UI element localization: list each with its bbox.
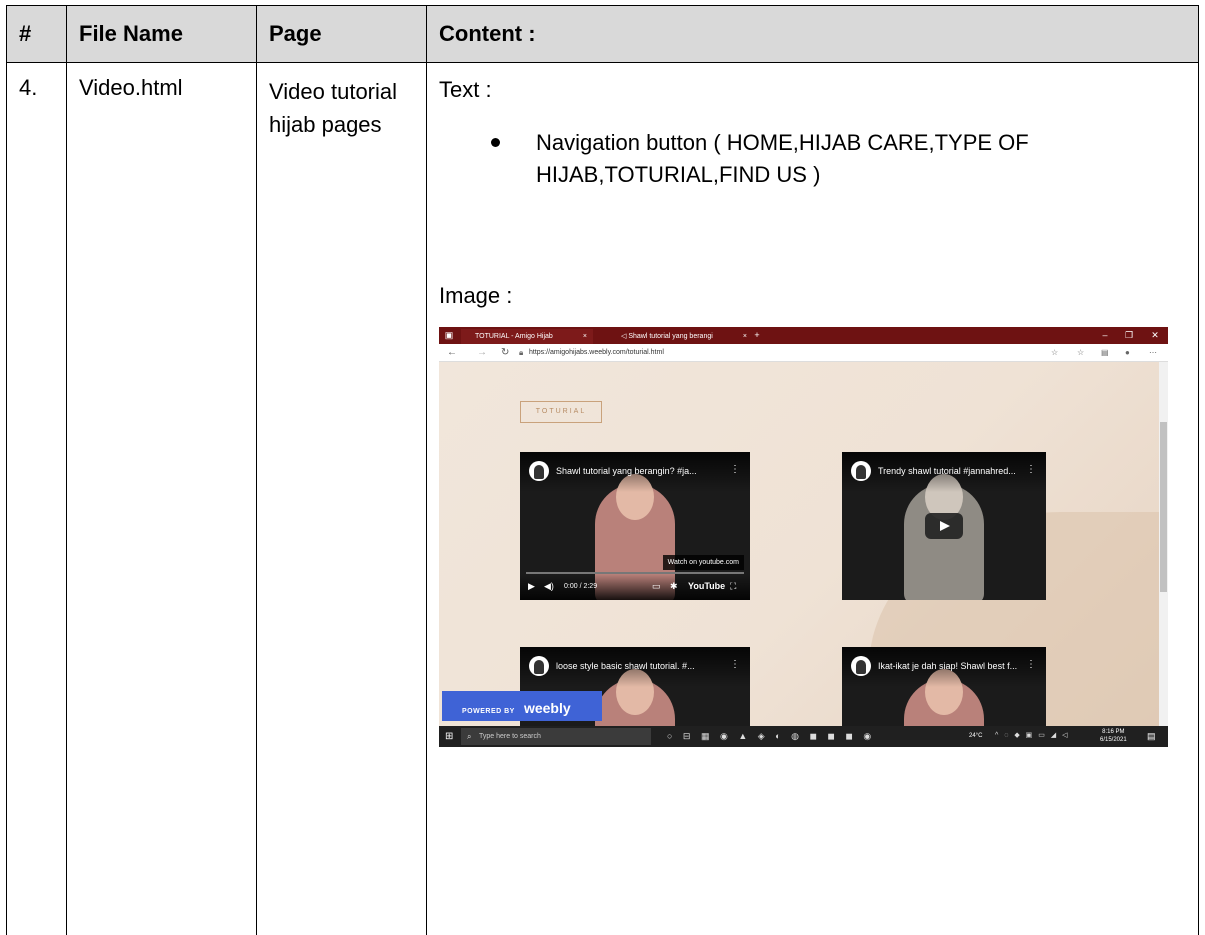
collections-icon: ▤ xyxy=(1101,347,1109,358)
play-button xyxy=(925,513,963,539)
taskbar-clock: 8:16 PM 6/15/2021 xyxy=(1100,728,1127,744)
forward-icon: → xyxy=(477,346,487,359)
settings-icon: ✱ xyxy=(670,581,678,592)
bullet-text: Navigation button ( HOME,HIJAB CARE,TYPE… xyxy=(536,130,1029,187)
volume-icon: ◀) xyxy=(544,581,554,592)
channel-avatar xyxy=(529,656,549,676)
channel-avatar xyxy=(529,461,549,481)
more-icon: ⋮ xyxy=(1026,464,1036,476)
header-row: # File Name Page Content : xyxy=(7,6,1199,63)
watch-on-youtube: Watch on youtube.com xyxy=(663,555,744,570)
captions-icon: ▭ xyxy=(652,581,661,592)
video-player: Shawl tutorial yang berangin? #ja... ⋮ W… xyxy=(520,452,750,600)
notification-icon: ▤ xyxy=(1147,731,1156,742)
document-table: # File Name Page Content : 4. Video.html… xyxy=(6,5,1199,935)
play-icon xyxy=(940,521,950,531)
header-page: Page xyxy=(257,6,427,63)
lock-icon: 🔒︎ xyxy=(519,347,523,358)
video-controls: ▶ ◀) 0:00 / 2:29 ▭ ✱ YouTube ⛶ xyxy=(520,574,750,600)
image-heading: Image : xyxy=(439,281,1186,311)
text-heading: Text : xyxy=(439,75,1186,105)
channel-avatar xyxy=(851,461,871,481)
clock-time: 8:16 PM xyxy=(1100,728,1127,736)
table-row: 4. Video.html Video tutorial hijab pages… xyxy=(7,63,1199,935)
video-title: loose style basic shawl tutorial. #... xyxy=(556,660,695,672)
tab-label: Shawl tutorial yang berangi xyxy=(628,333,712,340)
browser-menu-icon: ▣ xyxy=(443,329,455,341)
windows-start-icon: ⊞ xyxy=(445,731,453,742)
profile-icon: ● xyxy=(1125,347,1130,358)
weather-temperature: 24°C xyxy=(969,732,982,741)
header-number: # xyxy=(7,6,67,63)
video-title: Shawl tutorial yang berangin? #ja... xyxy=(556,465,697,477)
clock-date: 6/15/2021 xyxy=(1100,736,1127,744)
video-header: loose style basic shawl tutorial. #... ⋮ xyxy=(520,647,750,687)
url-text: https://amigohijabs.weebly.com/toturial.… xyxy=(529,347,664,358)
page-content: TOTURIAL Shawl tutorial yang berangin? #… xyxy=(439,362,1159,726)
video-title: Ikat-ikat je dah siap! Shawl best f... xyxy=(878,660,1017,672)
scrollbar-thumb xyxy=(1160,422,1167,592)
system-tray-icons: ^ ◌ ◆ ▣ ▭ ◢ ◁ xyxy=(995,731,1070,741)
cell-page: Video tutorial hijab pages xyxy=(257,63,427,935)
video-time: 0:00 / 2:29 xyxy=(564,581,597,592)
cell-file-name: Video.html xyxy=(67,63,257,935)
play-icon: ▶ xyxy=(528,581,535,592)
window-close-icon: ✕ xyxy=(1149,329,1161,341)
windows-taskbar: ⊞ ⌕ Type here to search ○ ⊟ ▦ ◉ ▲ ◈ ◐ ◍ … xyxy=(439,726,1168,747)
browser-tab-active: TOTURIAL - Amigo Hijab × xyxy=(461,329,593,344)
video-player: Trendy shawl tutorial #jannahred... ⋮ xyxy=(842,452,1046,600)
taskbar-search: ⌕ Type here to search xyxy=(461,728,651,745)
bullet-icon xyxy=(491,138,500,147)
header-file-name: File Name xyxy=(67,6,257,63)
address-bar: ← → ↻ 🔒︎ https://amigohijabs.weebly.com/… xyxy=(439,344,1168,362)
header-content: Content : xyxy=(427,6,1199,63)
video-header: Ikat-ikat je dah siap! Shawl best f... ⋮ xyxy=(842,647,1046,687)
video-header: Trendy shawl tutorial #jannahred... ⋮ xyxy=(842,452,1046,492)
browser-titlebar: ▣ TOTURIAL - Amigo Hijab × ◁ Shawl tutor… xyxy=(439,327,1168,344)
close-icon: × xyxy=(743,329,747,344)
more-icon: ⋮ xyxy=(730,464,740,476)
cell-content: Text : Navigation button ( HOME,HIJAB CA… xyxy=(427,63,1199,935)
more-icon: ⋯ xyxy=(1149,347,1157,358)
channel-avatar xyxy=(851,656,871,676)
minimize-icon: – xyxy=(1099,329,1111,341)
video-title: Trendy shawl tutorial #jannahred... xyxy=(878,465,1016,477)
bullet-list: Navigation button ( HOME,HIJAB CARE,TYPE… xyxy=(439,127,1186,191)
more-icon: ⋮ xyxy=(730,659,740,671)
fullscreen-icon: ⛶ xyxy=(730,581,736,592)
section-label: TOTURIAL xyxy=(520,401,602,423)
video-header: Shawl tutorial yang berangin? #ja... ⋮ xyxy=(520,452,750,492)
tab-label: TOTURIAL - Amigo Hijab xyxy=(475,333,553,340)
more-icon: ⋮ xyxy=(1026,659,1036,671)
youtube-logo: YouTube xyxy=(688,581,725,592)
refresh-icon: ↻ xyxy=(501,346,509,359)
favorites-icon: ☆ xyxy=(1077,347,1084,358)
new-tab-icon: + xyxy=(751,329,763,341)
close-icon: × xyxy=(583,329,587,344)
embedded-screenshot: ▣ TOTURIAL - Amigo Hijab × ◁ Shawl tutor… xyxy=(439,327,1168,747)
weebly-badge: POWERED BY weebly xyxy=(442,691,602,721)
search-placeholder: Type here to search xyxy=(479,731,541,742)
back-icon: ← xyxy=(447,346,457,359)
speaker-icon: ◁ xyxy=(621,333,626,340)
search-icon: ⌕ xyxy=(467,731,471,742)
list-item: Navigation button ( HOME,HIJAB CARE,TYPE… xyxy=(439,127,1186,191)
cell-number: 4. xyxy=(7,63,67,935)
video-player: Ikat-ikat je dah siap! Shawl best f... ⋮ xyxy=(842,647,1046,726)
browser-tab: ◁ Shawl tutorial yang berangi × xyxy=(607,329,747,344)
weebly-logo: weebly xyxy=(524,700,571,716)
powered-by-label: POWERED BY xyxy=(462,708,515,715)
reader-icon: ☆ xyxy=(1051,347,1058,358)
taskbar-app-icons: ○ ⊟ ▦ ◉ ▲ ◈ ◐ ◍ ◼ ◼ ◼ ◉ xyxy=(667,730,875,743)
maximize-icon: ❐ xyxy=(1123,329,1135,341)
